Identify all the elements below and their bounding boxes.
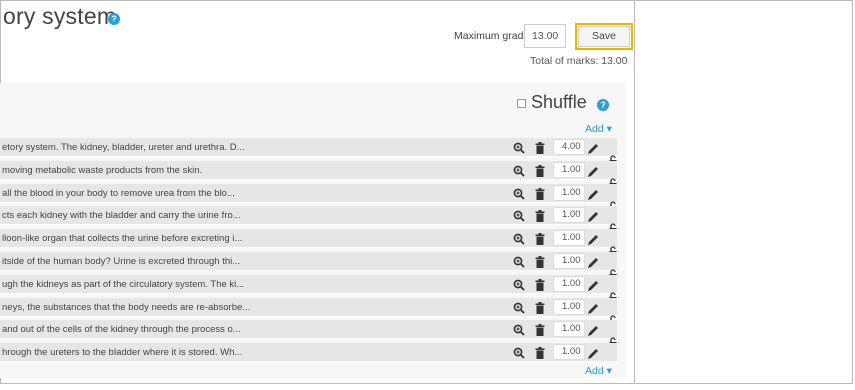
edit-mark-pencil-icon[interactable] (588, 164, 599, 177)
delete-trash-icon[interactable] (535, 164, 545, 177)
edit-mark-pencil-icon[interactable] (588, 209, 599, 222)
question-text[interactable]: itside of the human body? Urine is excre… (2, 256, 240, 267)
question-row: ugh the kidneys as part of the circulato… (0, 275, 617, 294)
question-text[interactable]: moving metabolic waste products from the… (2, 165, 202, 176)
delete-trash-icon[interactable] (535, 232, 545, 245)
preview-zoom-icon[interactable] (513, 187, 525, 200)
edit-mark-pencil-icon[interactable] (588, 301, 599, 314)
delete-trash-icon[interactable] (535, 209, 545, 222)
frame-divider (634, 0, 635, 384)
preview-zoom-icon[interactable] (513, 346, 525, 359)
edit-mark-pencil-icon[interactable] (588, 255, 599, 268)
question-text[interactable]: lloon-like organ that collects the urine… (2, 233, 242, 244)
question-mark-value: 1.00 (553, 299, 585, 315)
question-mark-value: 1.00 (553, 162, 585, 178)
preview-zoom-icon[interactable] (513, 301, 525, 314)
save-button[interactable]: Save (575, 23, 633, 50)
question-text[interactable]: cts each kidney with the bladder and car… (2, 210, 241, 221)
delete-trash-icon[interactable] (535, 346, 545, 359)
delete-trash-icon[interactable] (535, 187, 545, 200)
frame-right-border (852, 0, 853, 384)
preview-zoom-icon[interactable] (513, 164, 525, 177)
preview-zoom-icon[interactable] (513, 278, 525, 291)
preview-zoom-icon[interactable] (513, 141, 525, 154)
question-mark-value: 1.00 (553, 276, 585, 292)
maximum-grade-label: Maximum grade (454, 30, 530, 42)
frame-bottom-border (0, 383, 853, 384)
edit-mark-pencil-icon[interactable] (588, 278, 599, 291)
add-menu-link-bottom[interactable]: Add ▾ (585, 365, 612, 377)
question-mark-value: 1.00 (553, 230, 585, 246)
question-row: etory system. The kidney, bladder, urete… (0, 138, 617, 157)
question-mark-value: 1.00 (553, 253, 585, 269)
delete-trash-icon[interactable] (535, 301, 545, 314)
edit-mark-pencil-icon[interactable] (588, 232, 599, 245)
question-row: moving metabolic waste products from the… (0, 161, 617, 180)
frame-top-border (0, 0, 853, 1)
question-row: lloon-like organ that collects the urine… (0, 229, 617, 248)
preview-zoom-icon[interactable] (513, 232, 525, 245)
preview-zoom-icon[interactable] (513, 323, 525, 336)
question-mark-value: 4.00 (553, 139, 585, 155)
shuffle-checkbox[interactable] (517, 99, 526, 108)
edit-mark-pencil-icon[interactable] (588, 141, 599, 154)
page-title: ory system (3, 3, 117, 29)
question-mark-value: 1.00 (553, 207, 585, 223)
help-icon[interactable]: ? (597, 99, 609, 111)
question-mark-value: 1.00 (553, 321, 585, 337)
question-row: cts each kidney with the bladder and car… (0, 206, 617, 225)
delete-trash-icon[interactable] (535, 278, 545, 291)
edit-mark-pencil-icon[interactable] (588, 187, 599, 200)
maximum-grade-input[interactable] (524, 24, 566, 48)
delete-trash-icon[interactable] (535, 141, 545, 154)
save-button-label: Save (578, 26, 630, 47)
question-mark-value: 1.00 (553, 344, 585, 360)
delete-trash-icon[interactable] (535, 255, 545, 268)
edit-mark-pencil-icon[interactable] (588, 323, 599, 336)
total-marks: Total of marks: 13.00 (530, 55, 628, 67)
delete-trash-icon[interactable] (535, 323, 545, 336)
help-icon[interactable]: ? (108, 13, 120, 25)
question-text[interactable]: etory system. The kidney, bladder, urete… (2, 142, 245, 153)
question-text[interactable]: ugh the kidneys as part of the circulato… (2, 279, 244, 290)
question-text[interactable]: hrough the ureters to the bladder where … (2, 347, 242, 358)
preview-zoom-icon[interactable] (513, 209, 525, 222)
question-text[interactable]: all the blood in your body to remove ure… (2, 188, 235, 199)
shuffle-label: Shuffle (531, 92, 587, 112)
question-text[interactable]: neys, the substances that the body needs… (2, 302, 250, 313)
question-row: itside of the human body? Urine is excre… (0, 252, 617, 271)
question-mark-value: 1.00 (553, 185, 585, 201)
preview-zoom-icon[interactable] (513, 255, 525, 268)
question-row: and out of the cells of the kidney throu… (0, 320, 617, 339)
question-text[interactable]: and out of the cells of the kidney throu… (2, 324, 241, 335)
question-row: neys, the substances that the body needs… (0, 298, 617, 317)
question-row: hrough the ureters to the bladder where … (0, 343, 617, 362)
add-menu-link[interactable]: Add ▾ (585, 123, 612, 135)
edit-mark-pencil-icon[interactable] (588, 346, 599, 359)
question-row: all the blood in your body to remove ure… (0, 184, 617, 203)
